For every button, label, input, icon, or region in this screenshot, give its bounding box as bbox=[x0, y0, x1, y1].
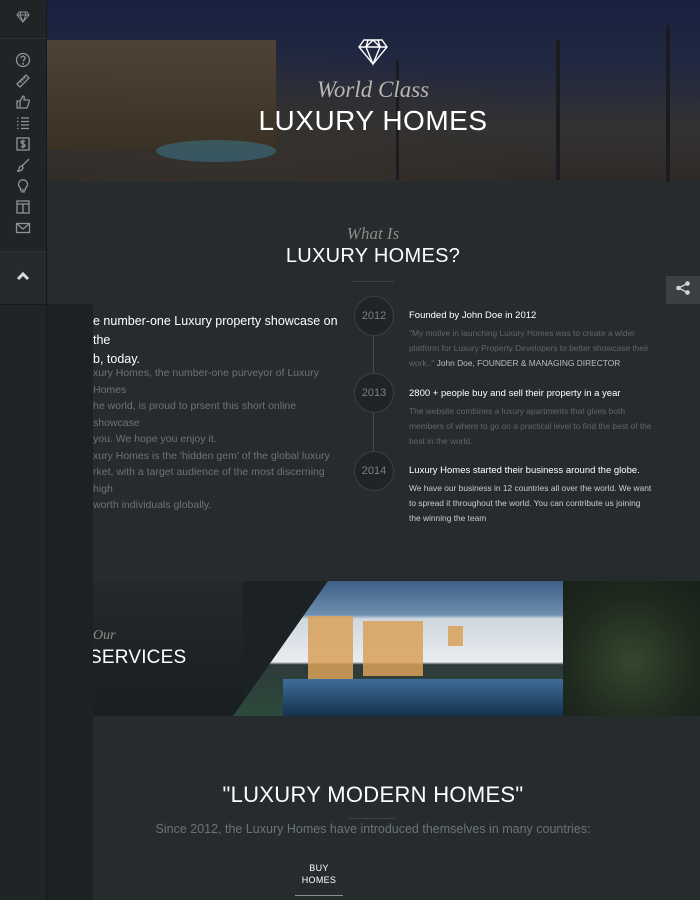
modern-homes-text: Since 2012, the Luxury Homes have introd… bbox=[155, 822, 591, 836]
about-subtitle: What Is bbox=[346, 224, 400, 243]
scroll-up-button[interactable] bbox=[0, 252, 46, 305]
mail-icon[interactable] bbox=[14, 219, 32, 237]
buy-homes-tab-underline bbox=[295, 895, 343, 896]
hero-banner: World Class LUXURY HOMES bbox=[46, 0, 700, 182]
timeline-item-text: We have our business in 12 countries all… bbox=[409, 483, 652, 523]
layout-icon[interactable] bbox=[14, 198, 32, 216]
about-title-divider bbox=[352, 281, 394, 282]
modern-homes-title: "LUXURY MODERN HOMES" bbox=[222, 782, 524, 807]
services-title: SERVICES bbox=[93, 647, 187, 668]
services-subtitle: Our bbox=[93, 628, 116, 643]
slide-out-panel bbox=[46, 304, 93, 900]
timeline-item: 2800 + people buy and sell their propert… bbox=[409, 388, 654, 449]
timeline-year-2014: 2014 bbox=[354, 451, 394, 491]
ruler-icon[interactable] bbox=[14, 72, 32, 90]
diamond-logo-icon bbox=[46, 38, 700, 71]
help-icon[interactable] bbox=[14, 51, 32, 69]
chevron-up-icon bbox=[15, 268, 31, 289]
timeline-year-2012: 2012 bbox=[354, 296, 394, 336]
buy-homes-tab[interactable]: BUY HOMES bbox=[295, 862, 343, 886]
timeline-item: Luxury Homes started their business arou… bbox=[409, 465, 654, 526]
about-heading: e number-one Luxury property showcase on… bbox=[93, 314, 338, 366]
timeline-item-author: John Doe, FOUNDER & MANAGING DIRECTOR bbox=[436, 358, 621, 368]
modern-homes-divider bbox=[349, 818, 395, 819]
hero-title: LUXURY HOMES bbox=[258, 105, 488, 136]
about-paragraph: xury Homes, the number-one purveyor of L… bbox=[93, 367, 330, 511]
timeline-item-text: The website combines a luxury apartments… bbox=[409, 406, 652, 446]
timeline-item-title: Founded by John Doe in 2012 bbox=[409, 310, 537, 321]
share-button[interactable] bbox=[666, 276, 700, 304]
dollar-icon[interactable] bbox=[14, 135, 32, 153]
lightbulb-icon[interactable] bbox=[14, 177, 32, 195]
timeline-item: Founded by John Doe in 2012 "My motive i… bbox=[409, 310, 654, 371]
hero-subtitle: World Class bbox=[316, 77, 430, 102]
services-banner: Our SERVICES bbox=[93, 581, 700, 716]
timeline-item-title: 2800 + people buy and sell their propert… bbox=[409, 388, 621, 399]
brush-icon[interactable] bbox=[14, 156, 32, 174]
sidebar-logo[interactable] bbox=[0, 0, 46, 39]
sidebar bbox=[0, 0, 47, 900]
diamond-icon bbox=[16, 10, 30, 28]
timeline-year-2013: 2013 bbox=[354, 373, 394, 413]
list-icon[interactable] bbox=[14, 114, 32, 132]
thumbs-up-icon[interactable] bbox=[14, 93, 32, 111]
timeline-item-title: Luxury Homes started their business arou… bbox=[409, 465, 640, 476]
share-icon bbox=[675, 280, 691, 301]
about-title: LUXURY HOMES? bbox=[285, 245, 461, 267]
